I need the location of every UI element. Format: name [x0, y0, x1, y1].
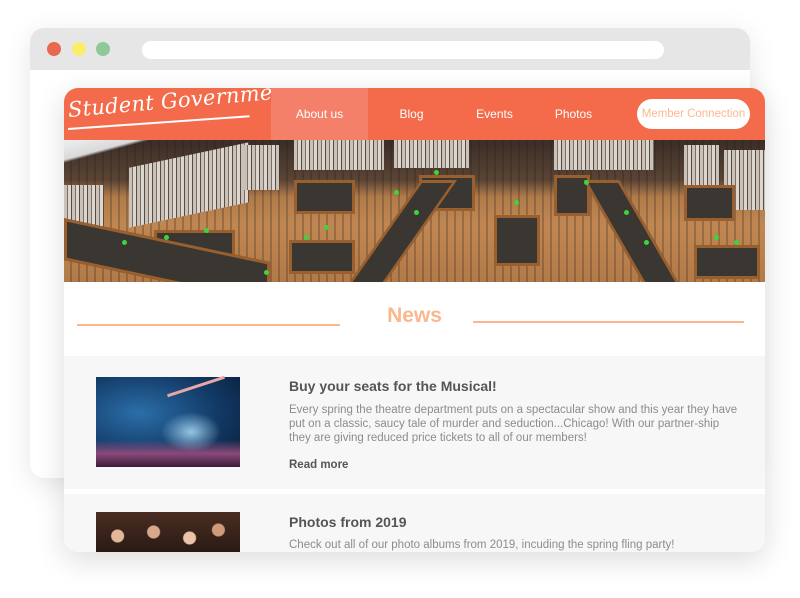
close-window-icon[interactable] — [47, 42, 61, 56]
news-thumbnail-crowd[interactable] — [96, 512, 240, 552]
news-item: Photos from 2019 Check out all of our ph… — [64, 494, 765, 552]
lamp — [122, 240, 127, 245]
nav-about-us[interactable]: About us — [271, 88, 368, 140]
nav-blog[interactable]: Blog — [374, 88, 449, 140]
divider-line — [473, 321, 744, 323]
bookshelf — [294, 140, 384, 170]
site-logo[interactable]: Student Government — [67, 88, 296, 122]
reading-table — [684, 185, 735, 221]
hero-library-image — [64, 140, 765, 282]
site-navbar: Student Government About us Blog Events … — [64, 88, 765, 140]
lamp — [714, 235, 719, 240]
news-item-title[interactable]: Photos from 2019 — [289, 514, 406, 530]
bookshelf — [554, 140, 654, 170]
news-item: Buy your seats for the Musical! Every sp… — [64, 356, 765, 489]
reading-table — [289, 240, 355, 274]
reading-table — [64, 218, 270, 282]
website-card: Student Government About us Blog Events … — [64, 88, 765, 552]
news-item-body: Check out all of our photo albums from 2… — [289, 539, 675, 551]
bookshelf — [684, 145, 719, 185]
reading-table — [694, 245, 760, 279]
reading-table — [494, 215, 540, 266]
news-heading: News — [387, 304, 442, 327]
minimize-window-icon[interactable] — [72, 42, 86, 56]
reading-table — [346, 180, 458, 282]
lamp — [644, 240, 649, 245]
news-section-header: News — [64, 282, 765, 356]
address-bar[interactable] — [142, 41, 664, 59]
lamp — [324, 225, 329, 230]
lamp — [304, 235, 309, 240]
lamp — [414, 210, 419, 215]
news-item-body: Every spring the theatre department puts… — [289, 404, 738, 444]
maximize-window-icon[interactable] — [96, 42, 110, 56]
member-connection-button[interactable]: Member Connection — [637, 99, 750, 129]
nav-events[interactable]: Events — [457, 88, 532, 140]
lamp — [624, 210, 629, 215]
news-thumbnail-concert[interactable] — [96, 377, 240, 467]
bookshelf — [244, 145, 279, 190]
bookshelf — [394, 140, 469, 168]
lamp — [584, 180, 589, 185]
bookshelf — [129, 142, 249, 228]
read-more-link[interactable]: Read more — [289, 459, 348, 471]
lamp — [164, 235, 169, 240]
nav-photos[interactable]: Photos — [536, 88, 611, 140]
browser-title-bar — [30, 28, 750, 70]
lamp — [434, 170, 439, 175]
lamp — [394, 190, 399, 195]
news-item-title[interactable]: Buy your seats for the Musical! — [289, 378, 497, 394]
lamp — [264, 270, 269, 275]
reading-table — [294, 180, 355, 214]
lamp — [204, 228, 209, 233]
lamp — [734, 240, 739, 245]
lamp — [514, 200, 519, 205]
reading-table — [583, 180, 681, 282]
